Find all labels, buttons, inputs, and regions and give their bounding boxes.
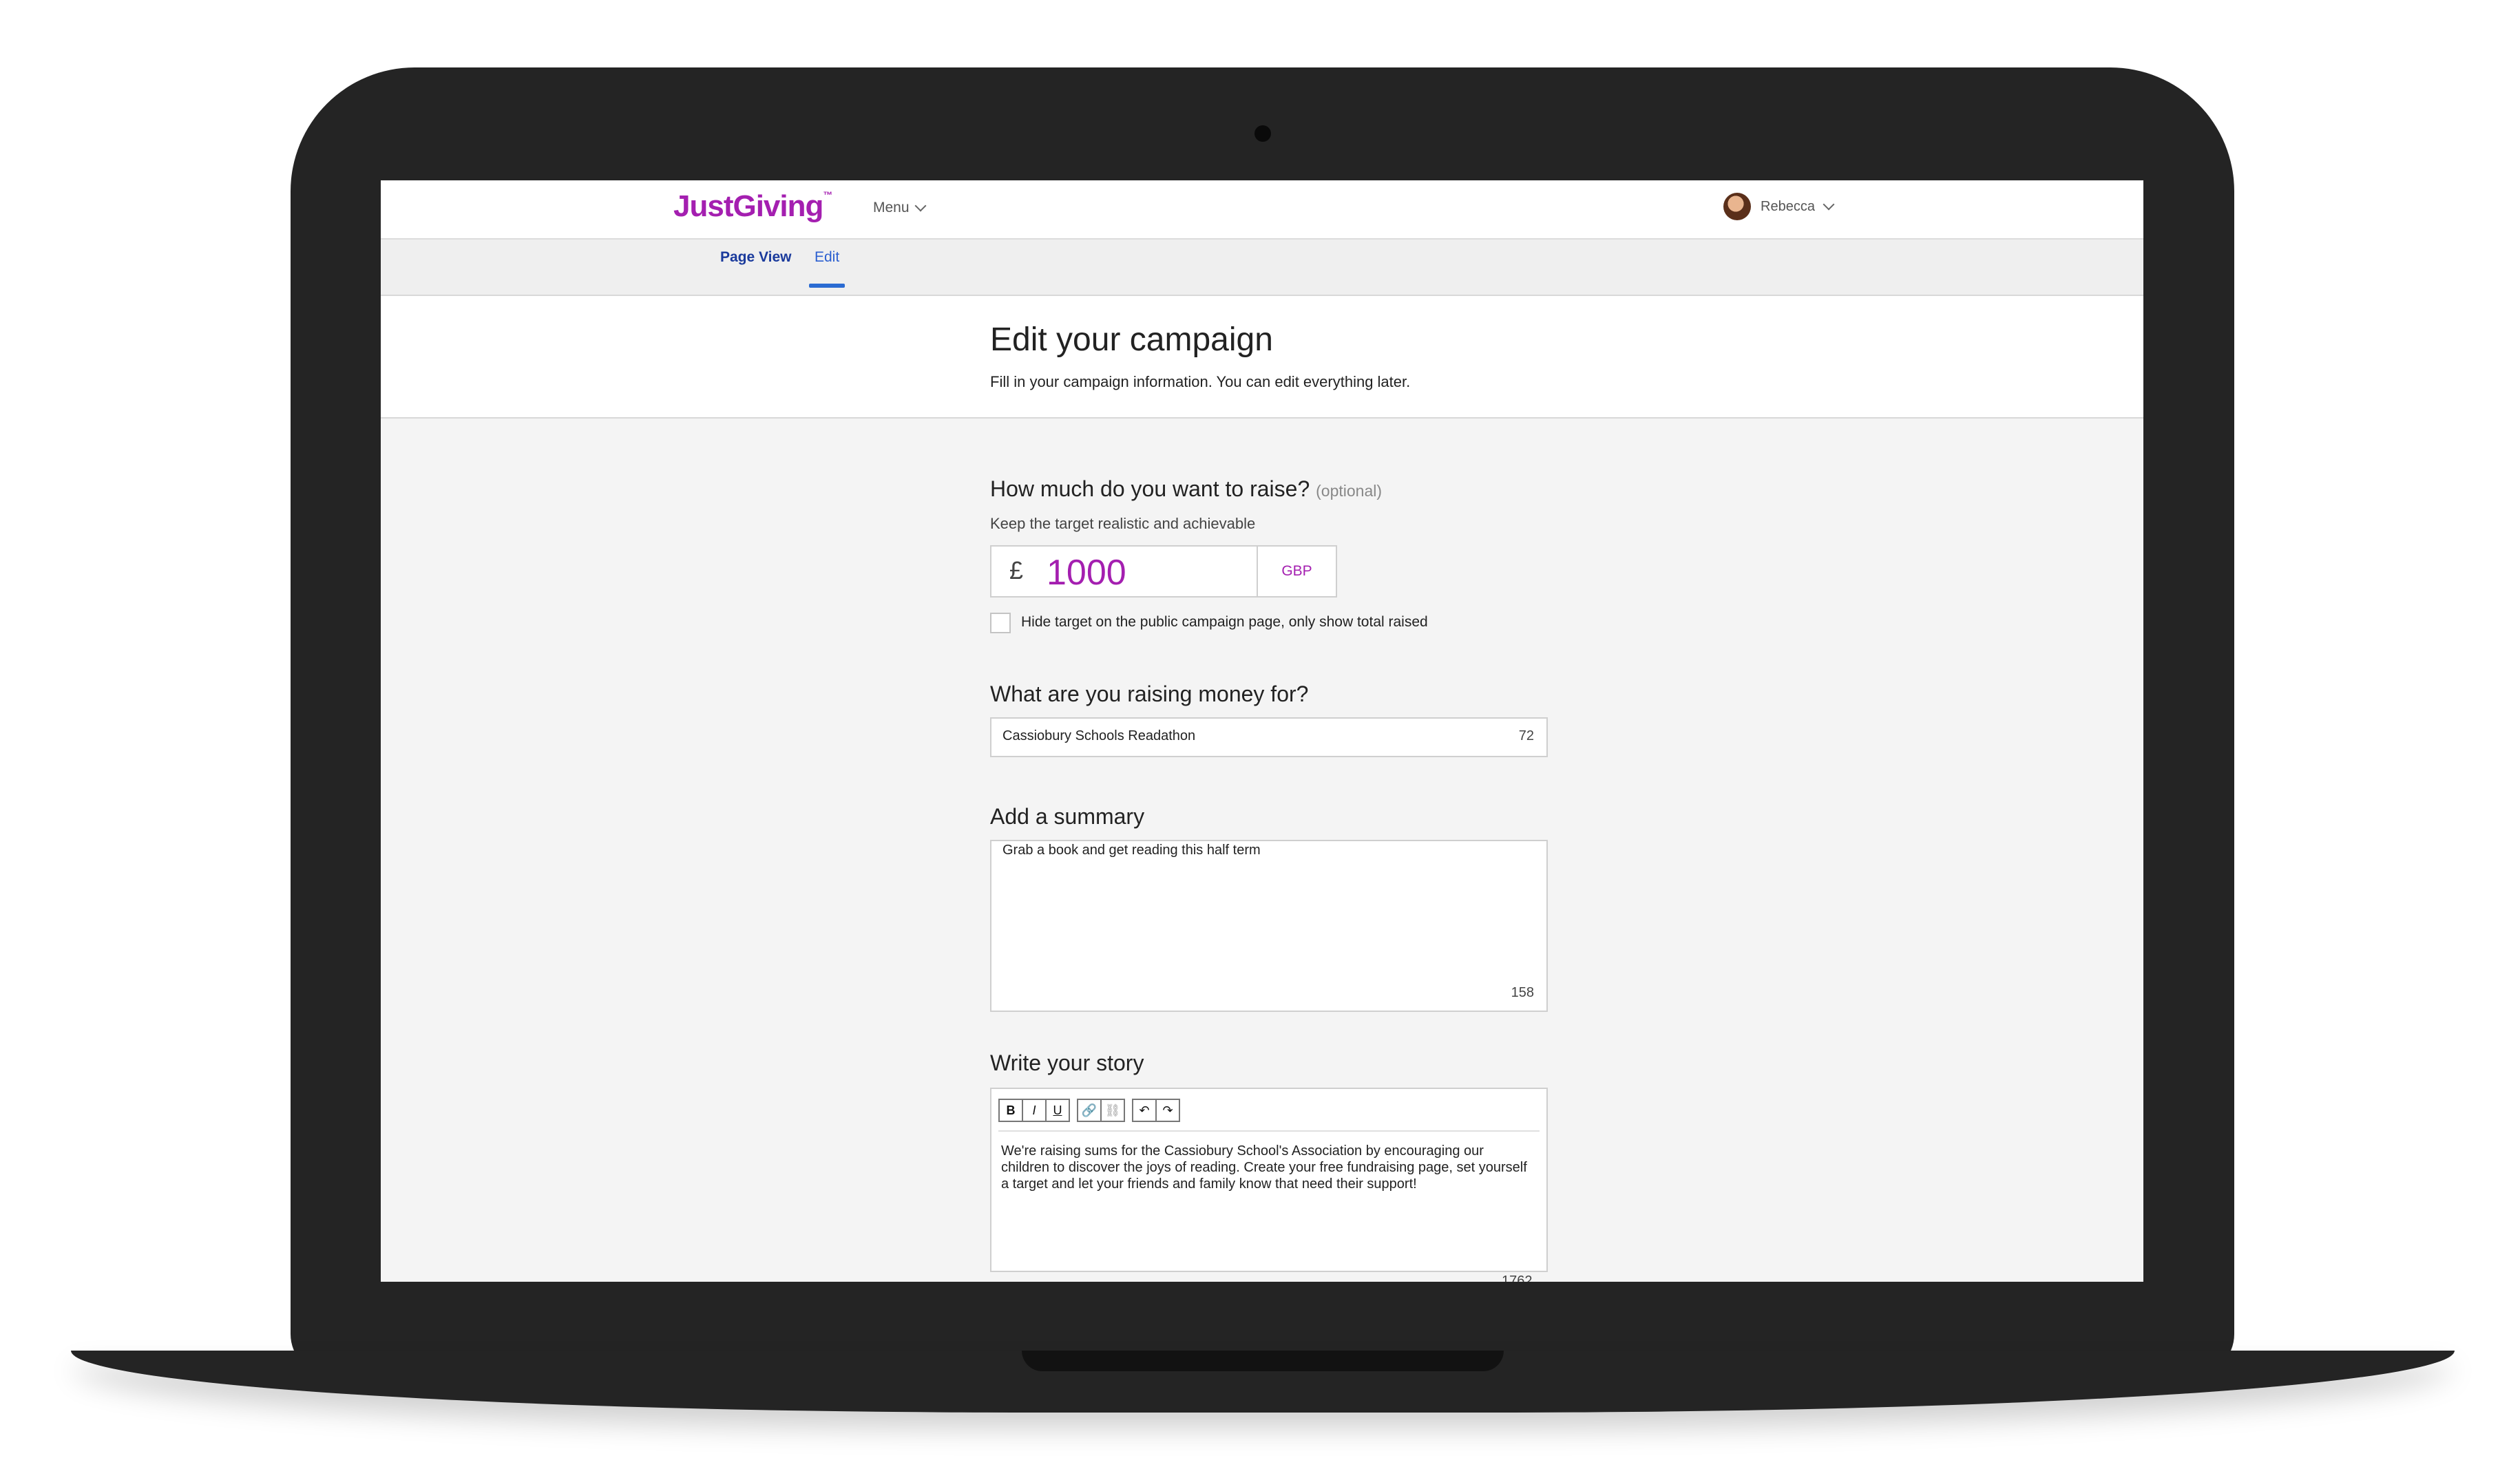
summary-char-counter: 158 [1511,985,1534,1000]
tab-edit[interactable]: Edit [815,249,839,266]
avatar [1723,193,1751,220]
target-label: How much do you want to raise? (optional… [990,476,1383,501]
purpose-input[interactable]: Cassiobury Schools Readathon 72 [990,717,1548,757]
hide-target-checkbox[interactable] [990,613,1011,633]
purpose-label: What are you raising money for? [990,681,1309,706]
editor-toolbar: B I U 🔗 ⛓ ↶ ↷ [998,1099,1180,1122]
purpose-value: Cassiobury Schools Readathon [1002,728,1196,743]
target-hint: Keep the target realistic and achievable [990,515,1256,532]
user-name: Rebecca [1761,198,1815,214]
page-title: Edit your campaign [990,321,1273,358]
laptop-base-notch [1022,1351,1504,1371]
chevron-down-icon [1823,198,1835,211]
target-amount-value: 1000 [1047,553,1126,593]
justgiving-logo[interactable]: JustGiving™ [673,189,832,224]
redo-icon[interactable]: ↷ [1155,1099,1180,1122]
chevron-down-icon [914,200,927,212]
menu-label: Menu [873,200,910,215]
user-menu[interactable]: Rebecca [1723,193,1835,220]
toolbar-divider [998,1130,1540,1132]
summary-label: Add a summary [990,804,1145,829]
active-tab-indicator [809,284,845,288]
story-editor[interactable]: B I U 🔗 ⛓ ↶ ↷ We're raising sums for the… [990,1088,1548,1272]
undo-icon[interactable]: ↶ [1132,1099,1157,1122]
story-char-counter: 1762 [1502,1273,1533,1282]
currency-symbol: £ [1009,556,1024,584]
unlink-icon[interactable]: ⛓ [1100,1099,1125,1122]
page-tabs: Page View Edit [381,240,2143,296]
summary-value: Grab a book and get reading this half te… [1002,843,1261,858]
webcam [1254,125,1271,142]
page-header: Edit your campaign Fill in your campaign… [381,296,2143,419]
link-icon[interactable]: 🔗 [1077,1099,1102,1122]
screen: JustGiving™ Menu Rebecca Page View Edit … [381,180,2143,1282]
bold-button[interactable]: B [998,1099,1023,1122]
hide-target-label[interactable]: Hide target on the public campaign page,… [1021,614,1428,631]
summary-textarea[interactable]: Grab a book and get reading this half te… [990,840,1548,1012]
story-value: We're raising sums for the Cassiobury Sc… [1001,1143,1527,1192]
italic-button[interactable]: I [1022,1099,1047,1122]
menu-dropdown[interactable]: Menu [873,200,927,216]
currency-selector[interactable]: GBP [1257,545,1337,598]
underline-button[interactable]: U [1045,1099,1070,1122]
page-subtitle: Fill in your campaign information. You c… [990,373,1411,390]
top-navigation: JustGiving™ Menu Rebecca [381,180,2143,240]
tab-page-view[interactable]: Page View [720,249,792,266]
purpose-char-counter: 72 [1518,728,1534,743]
optional-tag: (optional) [1316,482,1383,500]
story-label: Write your story [990,1050,1144,1075]
